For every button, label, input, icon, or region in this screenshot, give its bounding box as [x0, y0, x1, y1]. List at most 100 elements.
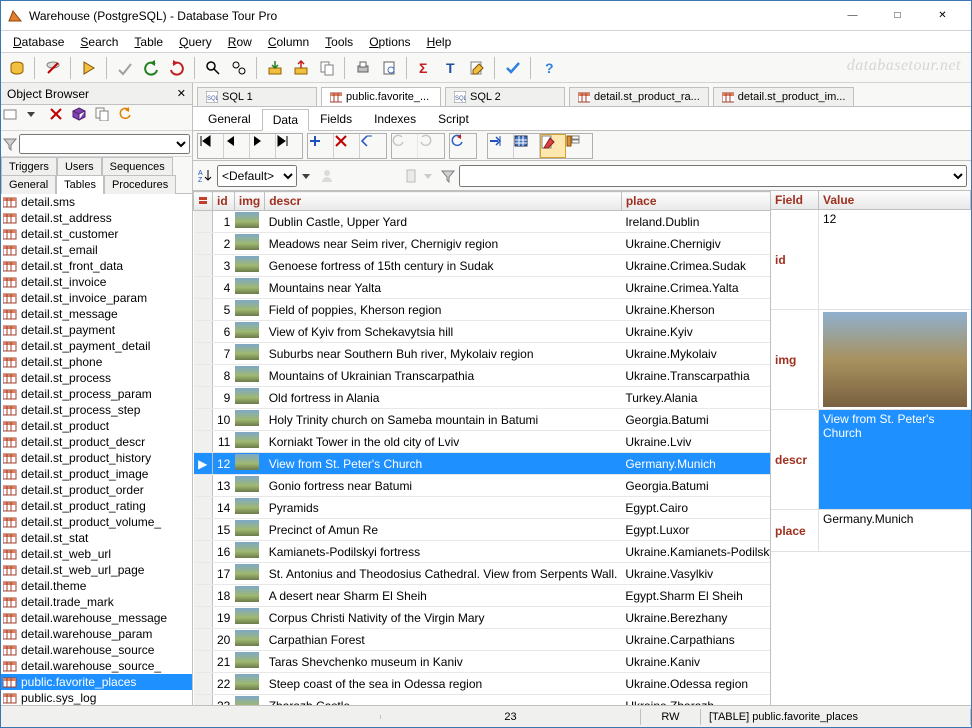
filter-expression-select[interactable] — [459, 165, 967, 187]
object-tab-triggers[interactable]: Triggers — [1, 157, 57, 176]
object-item[interactable]: detail.st_product — [1, 418, 192, 434]
subtab-general[interactable]: General — [197, 108, 262, 130]
sort-button[interactable]: AZ — [197, 168, 213, 184]
table-row[interactable]: 2Meadows near Seim river, Chernigiv regi… — [194, 233, 772, 255]
table-row[interactable]: 16Kamianets-Podilskyi fortressUkraine.Ka… — [194, 541, 772, 563]
object-item[interactable]: detail.warehouse_param — [1, 626, 192, 642]
copy-objects-button[interactable] — [95, 107, 117, 129]
detail-row-img[interactable]: img — [771, 310, 971, 410]
export-button[interactable] — [289, 56, 313, 80]
sort-apply-button[interactable] — [301, 169, 311, 183]
object-item[interactable]: detail.st_customer — [1, 226, 192, 242]
object-item[interactable]: detail.st_product_image — [1, 466, 192, 482]
find-button[interactable] — [201, 56, 225, 80]
object-item[interactable]: detail.st_email — [1, 242, 192, 258]
delete-object-button[interactable] — [49, 107, 71, 129]
object-item[interactable]: detail.st_process — [1, 370, 192, 386]
table-row[interactable]: 11Korniakt Tower in the old city of Lviv… — [194, 431, 772, 453]
refresh-objects-button[interactable] — [118, 107, 140, 129]
user-button[interactable] — [319, 168, 335, 184]
table-row[interactable]: 15Precinct of Amun ReEgypt.Luxor — [194, 519, 772, 541]
menu-row[interactable]: Row — [220, 33, 260, 51]
form-edit-button[interactable] — [540, 134, 566, 158]
sort-select[interactable]: <Default> — [217, 165, 297, 187]
table-row[interactable]: 10Holy Trinity church on Sameba mountain… — [194, 409, 772, 431]
table-row[interactable]: 3Genoese fortress of 15th century in Sud… — [194, 255, 772, 277]
subtab-data[interactable]: Data — [262, 109, 309, 131]
object-item[interactable]: detail.st_product_rating — [1, 498, 192, 514]
new-object-dropdown[interactable] — [26, 107, 48, 129]
object-item[interactable]: detail.st_product_volume_ — [1, 514, 192, 530]
table-row[interactable]: 5Field of poppies, Kherson regionUkraine… — [194, 299, 772, 321]
object-item[interactable]: detail.sms — [1, 194, 192, 210]
object-tab-users[interactable]: Users — [57, 157, 102, 176]
column-header-img[interactable]: img — [234, 192, 264, 211]
redo-button[interactable] — [165, 56, 189, 80]
undo-edit-button[interactable] — [392, 134, 418, 158]
subtab-fields[interactable]: Fields — [309, 108, 363, 130]
object-tab-sequences[interactable]: Sequences — [102, 157, 173, 176]
db-connect-button[interactable] — [5, 56, 29, 80]
table-row[interactable]: 1Dublin Castle, Upper YardIreland.Dublin — [194, 211, 772, 233]
object-item[interactable]: detail.trade_mark — [1, 594, 192, 610]
table-row[interactable]: 13Gonio fortress near BatumiGeorgia.Batu… — [194, 475, 772, 497]
detail-row-descr[interactable]: descrView from St. Peter's Church — [771, 410, 971, 510]
object-item[interactable]: detail.st_stat — [1, 530, 192, 546]
sum-button[interactable]: Σ — [413, 56, 437, 80]
refresh-data-button[interactable] — [450, 134, 476, 158]
object-item[interactable]: detail.st_web_url_page — [1, 562, 192, 578]
filter-icon[interactable] — [3, 137, 17, 151]
object-item[interactable]: detail.st_phone — [1, 354, 192, 370]
object-tab-general[interactable]: General — [1, 175, 56, 194]
page-tab[interactable]: detail.st_product_im... — [713, 87, 855, 106]
next-record-button[interactable] — [250, 134, 276, 158]
subtab-indexes[interactable]: Indexes — [363, 108, 427, 130]
menu-search[interactable]: Search — [72, 33, 126, 51]
delete-record-button[interactable] — [334, 134, 360, 158]
object-item[interactable]: public.sys_log — [1, 690, 192, 705]
edit-button[interactable] — [465, 56, 489, 80]
object-browser-close-icon[interactable]: ✕ — [177, 87, 186, 100]
object-item[interactable]: detail.st_product_descr — [1, 434, 192, 450]
close-button[interactable]: ✕ — [920, 1, 965, 30]
first-record-button[interactable] — [198, 134, 224, 158]
table-row[interactable]: 7Suburbs near Southern Buh river, Mykola… — [194, 343, 772, 365]
object-item[interactable]: detail.st_payment_detail — [1, 338, 192, 354]
object-item[interactable]: detail.st_payment — [1, 322, 192, 338]
table-row[interactable]: 4Mountains near YaltaUkraine.Crimea.Yalt… — [194, 277, 772, 299]
page-tab[interactable]: SQLSQL 2 — [445, 87, 565, 106]
print-button[interactable] — [351, 56, 375, 80]
menu-tools[interactable]: Tools — [317, 33, 361, 51]
goto-button[interactable] — [488, 134, 514, 158]
object-item[interactable]: detail.st_process_step — [1, 402, 192, 418]
import-button[interactable] — [263, 56, 287, 80]
find-replace-button[interactable] — [227, 56, 251, 80]
filter-button[interactable] — [441, 169, 455, 183]
bookmark-button[interactable] — [403, 168, 419, 184]
object-item[interactable]: detail.st_address — [1, 210, 192, 226]
object-tab-tables[interactable]: Tables — [56, 175, 104, 194]
copy-button[interactable] — [315, 56, 339, 80]
object-item[interactable]: detail.warehouse_source_ — [1, 658, 192, 674]
object-item[interactable]: detail.st_front_data — [1, 258, 192, 274]
object-item[interactable]: detail.warehouse_message — [1, 610, 192, 626]
object-item[interactable]: detail.st_process_param — [1, 386, 192, 402]
table-row[interactable]: ▶12View from St. Peter's ChurchGermany.M… — [194, 453, 772, 475]
commit-button[interactable] — [113, 56, 137, 80]
undo-button[interactable] — [139, 56, 163, 80]
table-row[interactable]: 22Steep coast of the sea in Odessa regio… — [194, 673, 772, 695]
menu-database[interactable]: Database — [5, 33, 72, 51]
table-row[interactable]: 8Mountains of Ukrainian TranscarpathiaUk… — [194, 365, 772, 387]
table-row[interactable]: 6View of Kyiv from Schekavytsia hillUkra… — [194, 321, 772, 343]
object-item[interactable]: detail.st_product_history — [1, 450, 192, 466]
table-row[interactable]: 20Carpathian ForestUkraine.Carpathians — [194, 629, 772, 651]
preview-button[interactable] — [377, 56, 401, 80]
table-row[interactable]: 23Zbarazh CastleUkraine.Zbarazh — [194, 695, 772, 706]
cube-button[interactable] — [72, 107, 94, 129]
menu-column[interactable]: Column — [260, 33, 317, 51]
object-filter-select[interactable] — [19, 134, 190, 154]
bookmark-dropdown[interactable] — [423, 169, 433, 183]
table-row[interactable]: 9Old fortress in AlaniaTurkey.Alania — [194, 387, 772, 409]
column-header-descr[interactable]: descr — [265, 192, 622, 211]
grid-view-button[interactable] — [514, 134, 540, 158]
